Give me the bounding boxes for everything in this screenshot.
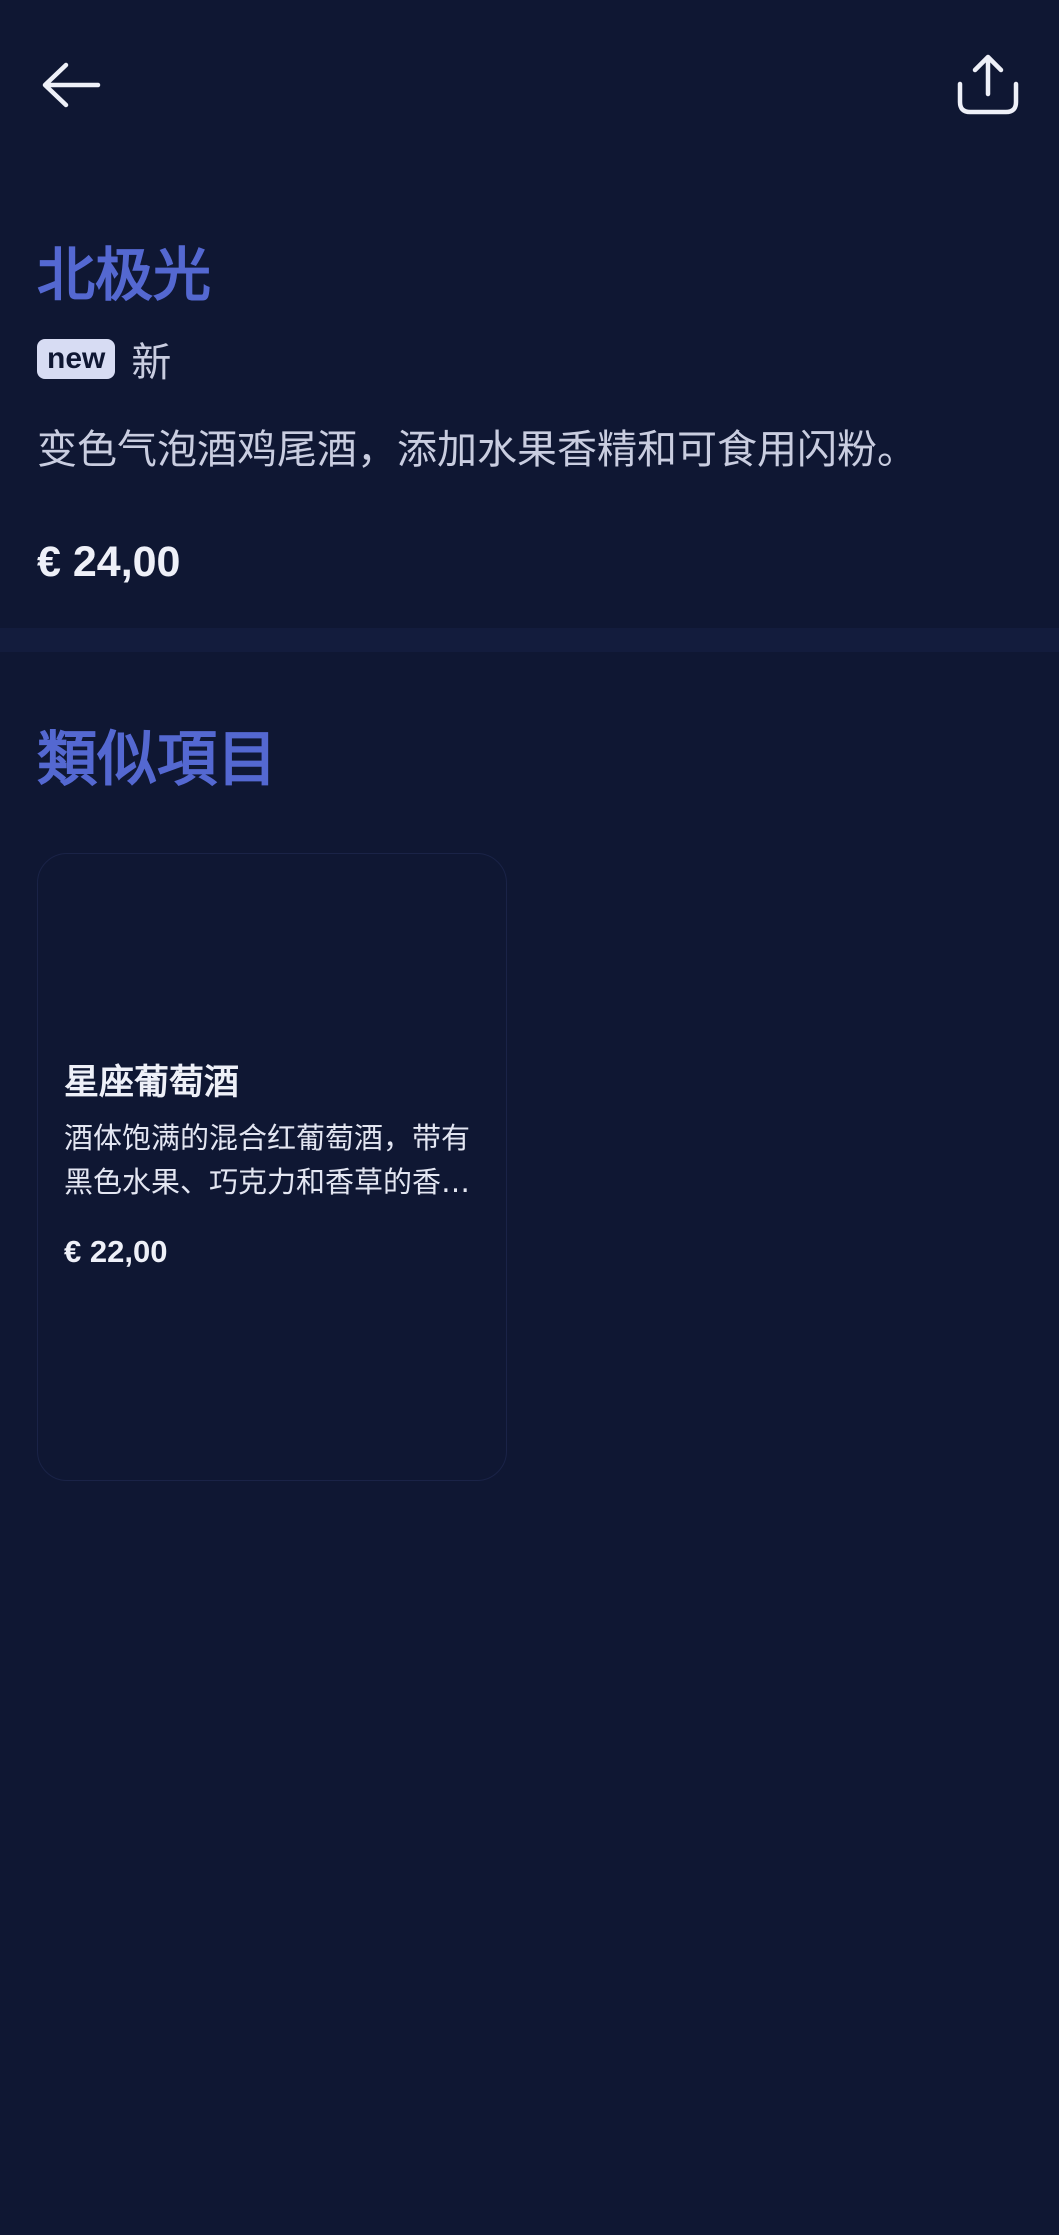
share-icon [957,54,1019,115]
similar-item-card[interactable]: 星座葡萄酒 酒体饱满的混合红葡萄酒，带有黑色水果、巧克力和香草的香味。 € 22… [37,853,507,1481]
arrow-left-icon [42,62,101,108]
similar-item-description: 酒体饱满的混合红葡萄酒，带有黑色水果、巧克力和香草的香味。 [64,1121,471,1199]
similar-item-price: € 22,00 [64,1234,168,1269]
section-divider [0,628,1059,652]
product-title: 北极光 [37,241,212,309]
similar-item-name: 星座葡萄酒 [64,1063,240,1103]
product-info: 北极光 new 新 变色气泡酒鸡尾酒，添加水果香精和可食用闪粉。 € 24,00 [37,230,1022,587]
product-tags: new 新 [37,334,1022,386]
top-bar [0,0,1059,170]
similar-items-section: 類似項目 星座葡萄酒 酒体饱满的混合红葡萄酒，带有黑色水果、巧克力和香草的香味。… [37,715,1022,1481]
product-price: € 24,00 [37,538,181,586]
new-tag-label: 新 [131,340,172,386]
new-badge: new [37,339,116,379]
product-description: 变色气泡酒鸡尾酒，添加水果香精和可食用闪粉。 [37,427,917,473]
share-button[interactable] [943,40,1033,130]
back-button[interactable] [26,40,116,130]
similar-items-title: 類似項目 [37,725,277,795]
product-detail-page: 北极光 new 新 变色气泡酒鸡尾酒，添加水果香精和可食用闪粉。 € 24,00… [0,0,1059,2235]
